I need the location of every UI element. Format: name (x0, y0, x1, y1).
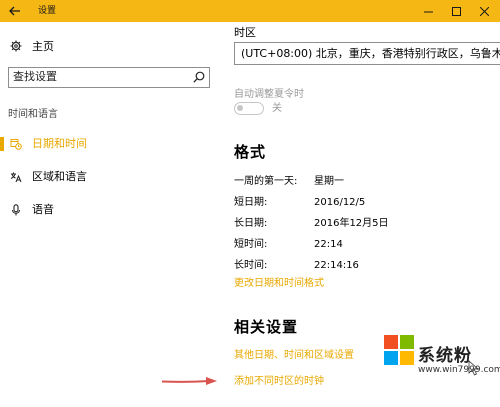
close-button[interactable] (470, 0, 498, 22)
sidebar-item-label: 日期和时间 (32, 137, 87, 150)
search-input[interactable]: 查找设置 (8, 67, 210, 88)
title-bar: 设置 (0, 0, 500, 22)
sidebar-item-label: 区域和语言 (32, 170, 87, 183)
gear-icon (10, 40, 22, 52)
dst-label: 自动调整夏令时 (234, 89, 304, 100)
search-icon[interactable] (193, 71, 205, 83)
calendar-clock-icon (10, 139, 22, 150)
format-row-value: 2016/12/5 (314, 197, 366, 208)
watermark-url: www.win7999.com (418, 365, 500, 375)
format-row-label: 长日期: (234, 218, 268, 229)
timezone-dropdown[interactable]: (UTC+08:00) 北京，重庆，香港特别行政区，乌鲁木齐 (234, 42, 500, 65)
back-button[interactable] (0, 0, 30, 22)
format-row-value: 22:14 (314, 239, 343, 250)
sidebar-item-date-time[interactable]: 日期和时间 (0, 133, 226, 155)
toggle-knob (237, 105, 243, 111)
dst-toggle[interactable] (234, 102, 264, 115)
search-placeholder: 查找设置 (13, 70, 57, 83)
windows-logo-icon (384, 335, 414, 365)
sidebar-item-label: 语音 (32, 203, 54, 216)
timezone-value: (UTC+08:00) 北京，重庆，香港特别行政区，乌鲁木齐 (241, 47, 500, 60)
format-row-label: 短时间: (234, 239, 268, 250)
window-title: 设置 (38, 6, 57, 16)
format-row-label: 长时间: (234, 260, 268, 271)
sidebar: 主页 查找设置 时间和语言 日期和时间 区域和语言 语音 (0, 22, 226, 407)
annotation-arrow (162, 377, 217, 385)
minimize-button[interactable] (414, 0, 442, 22)
timezone-label: 时区 (234, 26, 256, 39)
back-arrow-icon (9, 6, 20, 16)
watermark-brand: 系统粉 (418, 346, 472, 366)
dst-toggle-state: 关 (272, 103, 282, 114)
format-row-label: 一周的第一天: (234, 176, 298, 187)
add-clocks-link[interactable]: 添加不同时区的时钟 (234, 375, 324, 389)
maximize-button[interactable] (442, 0, 470, 22)
change-format-link[interactable]: 更改日期和时间格式 (234, 277, 324, 291)
format-heading: 格式 (234, 143, 267, 161)
sidebar-item-speech[interactable]: 语音 (0, 199, 226, 221)
home-link[interactable]: 主页 (10, 39, 54, 53)
format-row-value: 星期一 (314, 176, 344, 187)
home-label: 主页 (32, 40, 54, 53)
related-settings-heading: 相关设置 (234, 318, 299, 336)
microphone-icon (12, 204, 20, 216)
minimize-icon (423, 11, 433, 12)
active-indicator (0, 137, 4, 151)
format-row-value: 2016年12月5日 (314, 218, 389, 229)
maximize-icon (451, 6, 461, 16)
close-icon (479, 6, 489, 16)
format-row-label: 短日期: (234, 197, 268, 208)
language-icon (10, 172, 22, 183)
format-row-value: 22:14:16 (314, 260, 359, 271)
nav-group-title: 时间和语言 (8, 109, 58, 120)
sidebar-item-region-language[interactable]: 区域和语言 (0, 166, 226, 188)
additional-date-time-region-link[interactable]: 其他日期、时间和区域设置 (234, 349, 354, 363)
